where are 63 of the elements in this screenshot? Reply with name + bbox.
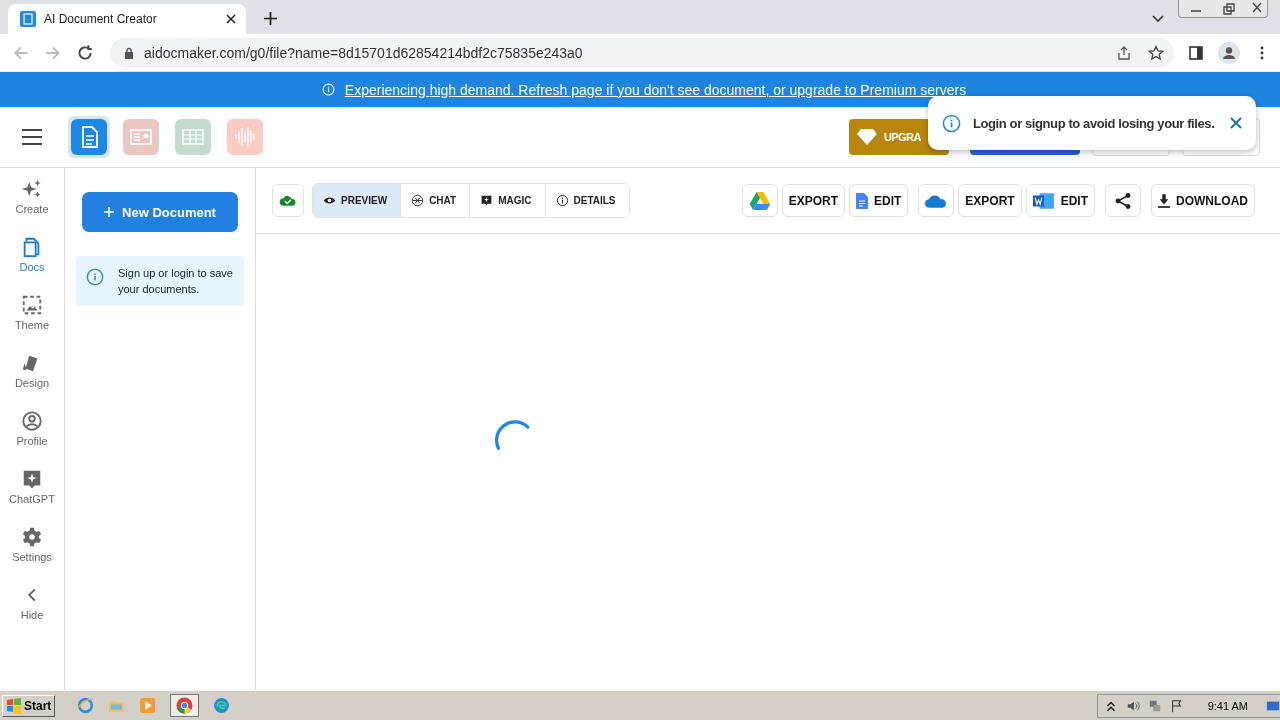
nav-item[interactable]: Profile — [2, 410, 62, 458]
new-document-button[interactable]: New Document — [82, 192, 238, 232]
nav-item[interactable]: Theme — [2, 294, 62, 342]
image-icon — [21, 294, 43, 316]
nav-item[interactable]: Design — [2, 352, 62, 400]
nav-item[interactable]: Create — [2, 178, 62, 226]
nav-item[interactable]: Settings — [2, 526, 62, 574]
share-icon[interactable] — [1116, 44, 1132, 61]
plus-icon — [104, 207, 115, 217]
share-button[interactable] — [1105, 184, 1141, 217]
nav-item[interactable]: Docs — [2, 236, 62, 284]
menu-icon[interactable] — [22, 129, 42, 145]
cloud-button[interactable] — [741, 184, 778, 217]
close-icon[interactable] — [226, 14, 236, 24]
windows-logo-icon — [6, 697, 22, 714]
banner-link[interactable]: Experiencing high demand. Refresh page if you don't see document, or upgrade to Premium servers — [344, 81, 967, 98]
sparkle-icon — [21, 178, 43, 200]
word-document-icon — [1032, 191, 1055, 210]
diamond-icon — [857, 128, 877, 146]
lock-icon — [124, 46, 134, 59]
notice-text: Sign up or login to save your documents. — [118, 266, 234, 297]
address-field[interactable]: aidocmaker.com/g0/file?name=8d15701d62854214bdf2c75835e243a0 — [110, 37, 1174, 68]
view-tab[interactable]: PREVIEW — [313, 184, 402, 217]
sparkle-bubble-icon — [480, 194, 494, 207]
download-icon — [1158, 192, 1170, 209]
nav-item[interactable]: ChatGPT — [2, 468, 62, 516]
reload-icon[interactable] — [76, 43, 94, 62]
side-panel-icon[interactable] — [1188, 44, 1204, 61]
doc-app-button[interactable] — [68, 116, 110, 158]
info-icon — [942, 113, 961, 133]
plus-icon[interactable] — [264, 12, 277, 25]
chat-bubble-icon — [21, 468, 43, 490]
download-button[interactable]: DOWNLOAD — [1151, 184, 1255, 217]
start-button[interactable]: Start — [2, 694, 56, 717]
edit-button[interactable]: EDIT — [1025, 184, 1095, 217]
chrome-icon — [176, 697, 194, 714]
document-icon — [855, 192, 868, 209]
nav-item[interactable]: Hide — [2, 584, 62, 632]
cloud-button[interactable] — [918, 184, 955, 217]
browser-tab[interactable]: AI Document Creator — [8, 4, 246, 34]
star-icon[interactable] — [1148, 44, 1164, 61]
toast-message: Login or signup to avoid losing your files. — [973, 115, 1216, 131]
profile-icon[interactable] — [1218, 41, 1240, 64]
edit-button[interactable]: EDIT — [848, 184, 909, 217]
speaker-icon[interactable] — [1125, 698, 1140, 713]
info-icon — [86, 268, 104, 286]
cloud-check-icon — [279, 193, 297, 208]
chevron-down-icon[interactable] — [1152, 15, 1164, 23]
document-icon — [20, 11, 36, 27]
network-icon[interactable] — [1147, 698, 1162, 713]
tab-title: AI Document Creator — [44, 12, 158, 26]
profile-icon — [21, 410, 43, 432]
flag-icon[interactable] — [1169, 698, 1184, 713]
taskbar-button[interactable] — [170, 694, 200, 717]
export-button[interactable]: EXPORT — [781, 184, 845, 217]
info-icon — [555, 194, 569, 207]
settings-icon — [21, 526, 43, 548]
saved-status-button[interactable] — [272, 184, 304, 217]
triangle-logo-icon — [748, 191, 771, 210]
export-button[interactable]: EXPORT — [958, 184, 1022, 217]
eye-icon — [323, 194, 336, 207]
clock-time: 9:41 AM — [1207, 699, 1248, 712]
info-icon — [321, 83, 335, 96]
